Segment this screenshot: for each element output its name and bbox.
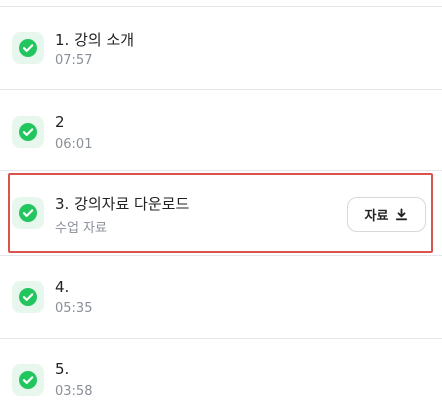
divider [0, 89, 442, 90]
divider [0, 255, 442, 256]
lesson-title: 5. [55, 360, 70, 378]
check-circle-icon [12, 32, 44, 64]
lesson-duration: 05:35 [55, 301, 93, 316]
lesson-item-1[interactable]: 1. 강의 소개 07:57 [0, 25, 442, 71]
lesson-title: 1. 강의 소개 [55, 31, 135, 49]
check-circle-icon [12, 116, 44, 148]
divider [0, 338, 442, 339]
check-circle-icon [12, 364, 44, 396]
check-circle-icon [12, 281, 44, 313]
divider [0, 170, 442, 171]
lesson-title: 2 [55, 113, 65, 131]
lesson-duration: 06:01 [55, 137, 93, 152]
lesson-item-5[interactable]: 5. 03:58 [0, 358, 442, 404]
top-divider [0, 6, 442, 7]
lesson-duration: 07:57 [55, 53, 93, 68]
lesson-title: 4. [55, 278, 70, 296]
download-icon [396, 208, 408, 221]
download-materials-button[interactable]: 자료 [347, 197, 426, 232]
lesson-list: 1. 강의 소개 07:57 2 06:01 3. 강의자료 다운로드 수업 자… [0, 0, 442, 416]
lesson-item-4[interactable]: 4. 05:35 [0, 275, 442, 321]
download-button-label: 자료 [364, 209, 389, 224]
lesson-item-2[interactable]: 2 06:01 [0, 110, 442, 156]
lesson-duration: 03:58 [55, 384, 93, 399]
